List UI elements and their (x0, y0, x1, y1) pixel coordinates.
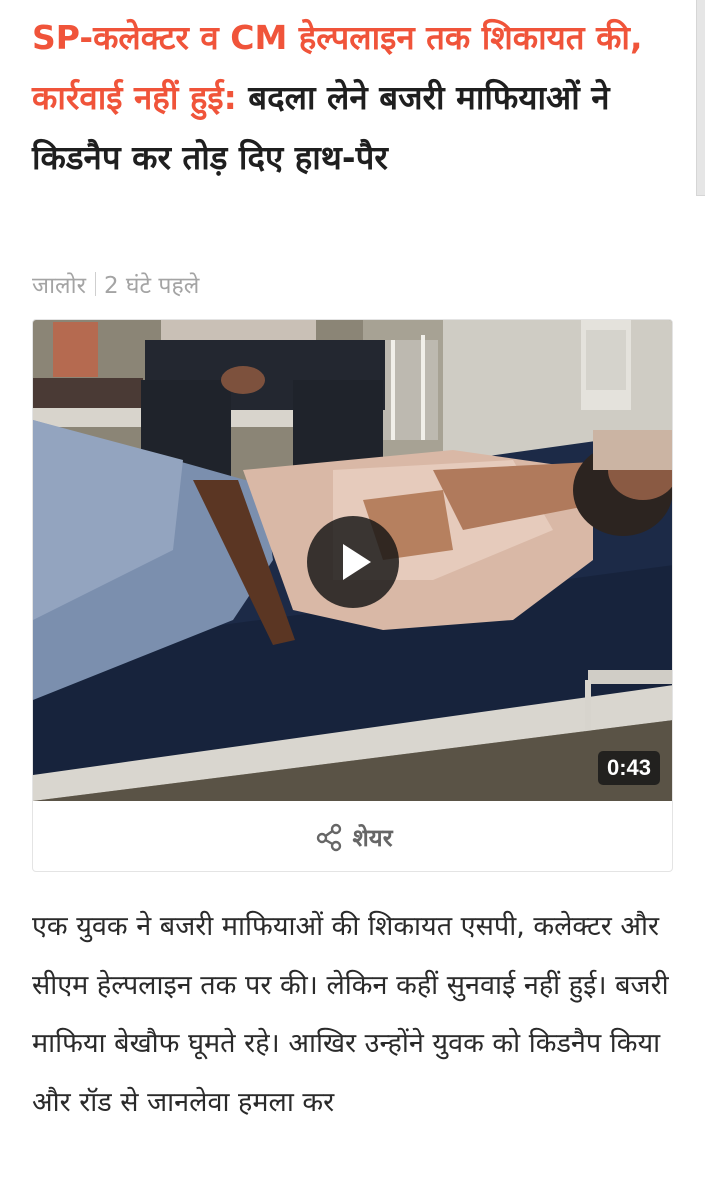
scrollbar-thumb[interactable] (696, 0, 705, 196)
share-label: शेयर (352, 823, 393, 852)
share-icon (314, 822, 344, 852)
video-card: 0:43 शेयर (32, 319, 673, 872)
location-label[interactable]: जालोर (32, 268, 86, 300)
article-body: एक युवक ने बजरी माफियाओं की शिकायत एसपी,… (32, 911, 669, 1118)
video-player[interactable]: 0:43 (33, 320, 672, 801)
share-button[interactable]: शेयर (33, 801, 672, 871)
play-button[interactable] (307, 516, 399, 608)
timestamp: 2 घंटे पहले (103, 273, 200, 299)
headline[interactable]: SP-कलेक्टर व CM हेल्पलाइन तक शिकायत की, … (32, 8, 652, 188)
article-meta: जालोर 2 घंटे पहले (32, 264, 199, 304)
play-icon (343, 544, 371, 580)
video-duration: 0:43 (597, 751, 660, 785)
meta-divider (94, 272, 96, 296)
